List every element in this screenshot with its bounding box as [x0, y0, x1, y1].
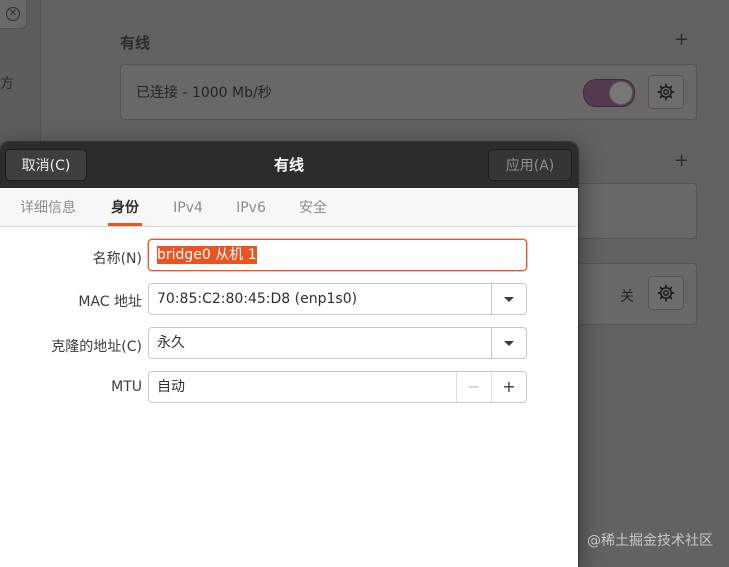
add-wired-connection-button[interactable]: + — [674, 31, 689, 49]
name-input-text: bridge0 从机 1 — [157, 240, 257, 270]
proxy-settings-button[interactable] — [648, 276, 684, 310]
name-value: bridge0 从机 1 — [157, 246, 257, 264]
chevron-down-icon — [504, 296, 514, 302]
clone-address-combo[interactable]: 永久 — [148, 327, 527, 359]
tab-ipv6[interactable]: IPv6 — [235, 188, 267, 226]
mtu-increment-button[interactable]: + — [491, 372, 526, 402]
mac-value: 70:85:C2:80:45:D8 (enp1s0) — [157, 291, 358, 307]
chevron-down-icon — [504, 340, 514, 346]
gear-icon — [657, 83, 675, 101]
toggle-knob — [609, 81, 633, 105]
mac-address-combo[interactable]: 70:85:C2:80:45:D8 (enp1s0) — [148, 283, 527, 315]
add-vpn-button[interactable]: + — [674, 152, 689, 170]
search-clear-button[interactable]: ✕ — [0, 0, 27, 29]
apply-button[interactable]: 应用(A) — [488, 149, 572, 181]
gear-icon — [657, 284, 675, 302]
clone-address-label: 克隆的地址(C) — [51, 339, 142, 355]
close-icon: ✕ — [6, 7, 20, 21]
wired-connection-status: 已连接 - 1000 Mb/秒 — [136, 85, 272, 101]
wired-toggle-switch[interactable] — [583, 79, 635, 107]
tab-details[interactable]: 详细信息 — [18, 188, 78, 226]
mtu-decrement-button[interactable]: − — [456, 372, 491, 402]
clone-dropdown-button[interactable] — [491, 328, 526, 358]
tab-identity[interactable]: 身份 — [108, 188, 142, 226]
cancel-button[interactable]: 取消(C) — [5, 149, 87, 181]
tab-security[interactable]: 安全 — [298, 188, 328, 226]
dialog-tabs: 详细信息 身份 IPv4 IPv6 安全 — [0, 188, 578, 227]
mac-dropdown-button[interactable] — [491, 284, 526, 314]
wired-settings-button[interactable] — [648, 75, 684, 109]
section-wired-title: 有线 — [120, 34, 151, 52]
name-input[interactable]: bridge0 从机 1 — [148, 239, 527, 271]
proxy-status: 关 — [620, 289, 634, 305]
mac-label: MAC 地址 — [78, 294, 142, 310]
mtu-spinbutton[interactable]: 自动 − + — [148, 371, 527, 403]
clone-address-value: 永久 — [157, 335, 185, 351]
sidebar-partial-label: 方 — [0, 76, 14, 92]
dialog-header: 有线 取消(C) 应用(A) — [0, 142, 578, 188]
wired-settings-dialog: 有线 取消(C) 应用(A) 详细信息 身份 IPv4 IPv6 安全 名称(N… — [0, 142, 578, 567]
mtu-value: 自动 — [157, 379, 185, 395]
tab-ipv4[interactable]: IPv4 — [172, 188, 204, 226]
name-label: 名称(N) — [92, 251, 142, 267]
wired-connection-card: 已连接 - 1000 Mb/秒 — [120, 64, 697, 120]
mtu-label: MTU — [111, 379, 142, 395]
watermark: @稀土掘金技术社区 — [587, 533, 713, 549]
